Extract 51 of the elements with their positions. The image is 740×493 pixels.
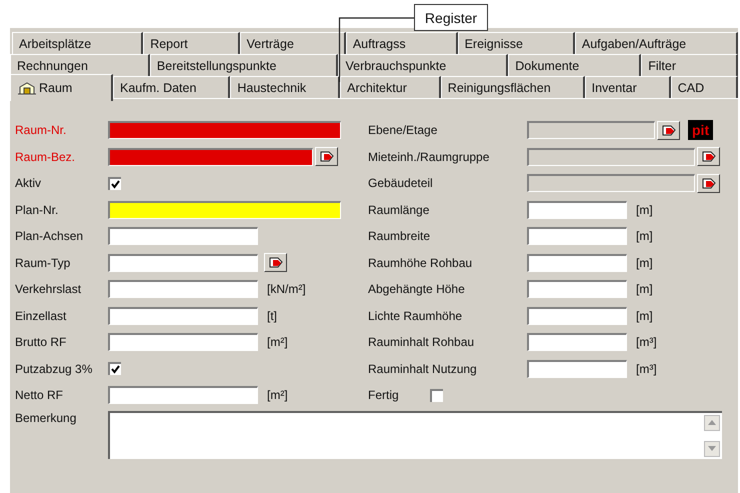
unit-label: [m³] <box>636 335 657 350</box>
field-label: Raum-Bez. <box>15 150 76 164</box>
field-label: Netto RF <box>15 388 64 402</box>
field-label: Plan-Achsen <box>15 229 84 244</box>
field-label: Abgehängte Höhe <box>368 282 466 296</box>
tab[interactable]: Arbeitsplätze <box>12 32 144 54</box>
logo-badge: pit <box>688 120 714 140</box>
field-label: Plan-Nr. <box>15 202 60 217</box>
unit-label: [t] <box>267 308 278 323</box>
field-label: Verkehrslast <box>15 282 82 296</box>
tab[interactable]: Inventar <box>584 76 671 98</box>
tab[interactable]: CAD <box>670 76 738 98</box>
unit-label: [m³] <box>636 362 657 376</box>
field-label: Fertig <box>368 388 400 402</box>
tab[interactable]: Architektur <box>340 76 441 98</box>
field-label: Mieteinh./Raumgruppe <box>368 150 490 164</box>
unit-label: [m] <box>636 282 653 296</box>
field-label: Raum-Typ <box>15 256 72 270</box>
tab[interactable]: Filter <box>641 54 738 76</box>
unit-label: [kN/m²] <box>267 282 306 296</box>
tab[interactable]: Aufgaben/Aufträge <box>574 32 738 54</box>
field-label: Raumlänge <box>368 202 430 217</box>
field-label: Lichte Raumhöhe <box>368 308 464 323</box>
field-label: Aktiv <box>15 176 42 190</box>
callout-box: Register <box>414 4 488 31</box>
tab[interactable]: Raum <box>10 74 113 101</box>
unit-label: [m] <box>636 256 653 270</box>
tab[interactable]: Kaufm. Daten <box>113 76 230 98</box>
field-label: Raumhöhe Rohbau <box>368 256 474 270</box>
field-label: Einzellast <box>15 308 68 323</box>
unit-label: [m] <box>636 229 653 244</box>
field-label: Rauminhalt Nutzung <box>368 362 478 376</box>
field-label: Raumbreite <box>368 229 432 244</box>
tab[interactable]: Haustechnik <box>230 76 340 98</box>
tab[interactable]: Verbrauchspunkte <box>338 54 508 76</box>
tab[interactable]: Bereitstellungspunkte <box>150 54 338 76</box>
field-label: Ebene/Etage <box>368 123 438 138</box>
tab[interactable]: Reinigungsflächen <box>440 76 585 98</box>
field-label: Rauminhalt Rohbau <box>368 335 476 350</box>
unit-label: [m] <box>636 202 653 217</box>
field-label: Brutto RF <box>15 335 68 350</box>
tab[interactable]: Dokumente <box>508 54 642 76</box>
field-label: Gebäudeteil <box>368 176 434 190</box>
field-label: Putzabzug 3% <box>15 362 94 376</box>
field-label: Raum-Nr. <box>15 123 68 138</box>
unit-label: [m] <box>636 308 653 323</box>
tab[interactable]: Verträge <box>240 32 346 54</box>
unit-label: [m²] <box>267 335 288 350</box>
field-label: Bemerkung <box>15 410 78 426</box>
tab[interactable]: Report <box>143 32 240 54</box>
unit-label: [m²] <box>267 388 288 402</box>
